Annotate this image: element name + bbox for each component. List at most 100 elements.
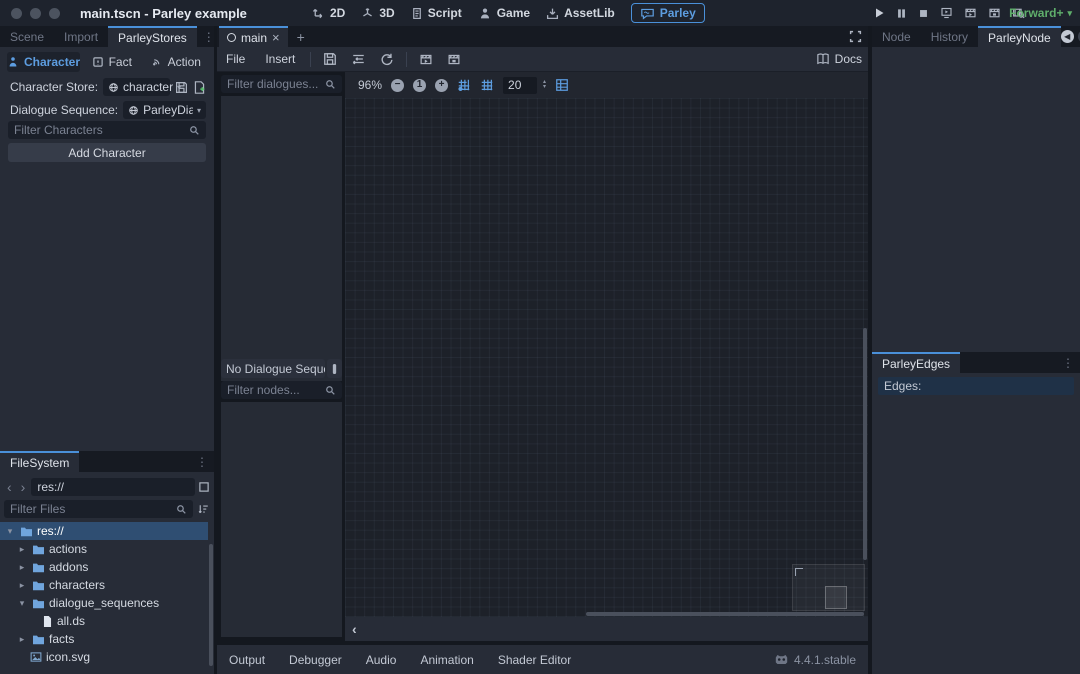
test-dialogue-button[interactable] (413, 53, 439, 66)
bottom-tab-audio[interactable]: Audio (354, 653, 409, 667)
tab-scene[interactable]: Scene (0, 26, 54, 47)
renderer-dropdown[interactable]: Forward+ ▾ (1009, 0, 1072, 26)
spinbox-arrows[interactable]: ▴▾ (543, 80, 546, 90)
edges-header-row[interactable]: Edges: (878, 377, 1074, 395)
sequence-menu-button[interactable] (327, 359, 342, 378)
character-store-dropdown[interactable]: character ▾ (103, 78, 170, 96)
tab-import[interactable]: Import (54, 26, 108, 47)
bottom-tab-output[interactable]: Output (217, 653, 277, 667)
expand-arrow-icon[interactable]: ▸ (16, 580, 28, 591)
dock-menu-dots-icon[interactable]: ⋮ (1056, 352, 1080, 373)
close-icon[interactable]: × (272, 30, 280, 45)
tab-parley[interactable]: Parley (631, 3, 705, 23)
tree-row-characters[interactable]: ▸ characters (0, 576, 208, 594)
expand-arrow-icon[interactable]: ▸ (16, 634, 28, 645)
assetlib-download-icon (546, 7, 559, 20)
subtab-fact[interactable]: Fact (80, 52, 143, 72)
grid-toggle-icon[interactable] (480, 78, 494, 92)
tab-3d[interactable]: 3D (361, 6, 394, 20)
scene-tab-main[interactable]: main × (219, 26, 288, 47)
save-dialogue-button[interactable] (317, 52, 343, 66)
zoom-out-button[interactable]: − (391, 79, 404, 92)
subtab-character[interactable]: Character (7, 52, 80, 72)
distraction-free-mode-icon[interactable] (849, 30, 862, 43)
version-button[interactable]: 4.4.1.stable (767, 647, 864, 672)
tree-row-actions[interactable]: ▸ actions (0, 540, 208, 558)
filter-characters-input[interactable]: Filter Characters (8, 121, 206, 139)
window-minimize-button[interactable] (30, 8, 41, 19)
expand-arrow-icon[interactable]: ▸ (16, 562, 28, 573)
run-current-scene-button[interactable] (964, 7, 977, 19)
tab-parleyedges[interactable]: ParleyEdges (872, 352, 960, 373)
minimap-toggle-icon[interactable] (555, 78, 569, 92)
history-forward-icon[interactable]: › (18, 479, 29, 495)
sort-files-icon[interactable] (198, 503, 210, 515)
tree-row-all-ds[interactable]: all.ds (0, 612, 208, 630)
zoom-reset-button[interactable]: 1 (413, 79, 426, 92)
tab-2d[interactable]: 2D (312, 6, 345, 20)
collapse-arrow-icon[interactable]: ▾ (16, 598, 28, 609)
graph-horizontal-scrollbar[interactable] (586, 612, 864, 616)
dialogue-list[interactable] (221, 96, 342, 381)
tab-script[interactable]: Script (411, 6, 462, 20)
window-zoom-button[interactable] (49, 8, 60, 19)
minimap-camera-rect[interactable] (825, 586, 847, 609)
tree-row-addons[interactable]: ▸ addons (0, 558, 208, 576)
add-scene-tab-button[interactable]: + (288, 26, 314, 47)
graph-minimap[interactable] (792, 564, 865, 611)
tab-assetlib[interactable]: AssetLib (546, 6, 615, 20)
tab-game[interactable]: Game (478, 6, 530, 20)
tab-history[interactable]: History (921, 26, 978, 47)
tab-filesystem[interactable]: FileSystem (0, 451, 79, 472)
tree-row-icon-svg[interactable]: icon.svg (0, 648, 208, 666)
filter-nodes-input[interactable]: Filter nodes... (221, 381, 342, 399)
dialogue-sequence-dropdown[interactable]: ParleyDialogue ▾ (123, 101, 206, 119)
node-list[interactable] (221, 402, 342, 637)
tree-row-res[interactable]: ▾ res:// (0, 522, 208, 540)
bottom-tab-animation[interactable]: Animation (408, 653, 485, 667)
arrange-nodes-button[interactable] (345, 52, 372, 66)
history-back-icon[interactable]: ‹ (4, 479, 15, 495)
window-close-button[interactable] (11, 8, 22, 19)
editor-context-switcher: 2D 3D Script Game AssetLib (312, 0, 705, 26)
snap-distance-spinbox[interactable]: 20 (503, 77, 537, 94)
refresh-button[interactable] (374, 52, 400, 66)
collapse-arrow-icon[interactable]: ▾ (4, 526, 16, 537)
dock-menu-dots-icon[interactable]: ⋮ (190, 451, 214, 472)
filesystem-scrollbar[interactable] (209, 544, 213, 666)
menu-file[interactable]: File (217, 52, 254, 66)
snap-toggle-icon[interactable] (457, 78, 471, 92)
filesystem-tabbar: FileSystem ⋮ (0, 451, 214, 472)
graph-grid[interactable] (345, 98, 868, 617)
bottom-tab-shader-editor[interactable]: Shader Editor (486, 653, 583, 667)
stop-button[interactable] (918, 8, 929, 19)
play-button[interactable] (873, 7, 885, 19)
add-character-button[interactable]: Add Character (8, 143, 206, 162)
filter-dialogues-input[interactable]: Filter dialogues... (221, 75, 342, 93)
new-store-button[interactable] (193, 81, 206, 94)
tab-parleynode[interactable]: ParleyNode (978, 26, 1061, 47)
tree-row-facts[interactable]: ▸ facts (0, 630, 208, 648)
bottom-tab-debugger[interactable]: Debugger (277, 653, 354, 667)
menu-insert[interactable]: Insert (256, 52, 304, 66)
docs-button[interactable]: Docs (816, 52, 862, 66)
zoom-in-button[interactable]: + (435, 79, 448, 92)
expand-arrow-icon[interactable]: ▸ (16, 544, 28, 555)
tree-row-main-gd[interactable]: main.gd (0, 666, 208, 669)
run-specific-scene-button[interactable] (988, 7, 1001, 19)
graph-vertical-scrollbar[interactable] (863, 328, 867, 560)
tree-row-dialogue-sequences[interactable]: ▾ dialogue_sequences (0, 594, 208, 612)
toggle-split-mode-icon[interactable] (198, 481, 210, 493)
pause-button[interactable] (896, 8, 907, 19)
filter-files-input[interactable]: Filter Files (4, 500, 193, 518)
collapse-side-panel-icon[interactable]: ‹ (345, 621, 364, 637)
path-field[interactable]: res:// (31, 478, 195, 496)
tab-parleystores[interactable]: ParleyStores (108, 26, 197, 47)
remote-debug-icon[interactable] (940, 7, 953, 19)
test-dialogue-from-start-button[interactable] (441, 53, 467, 66)
tab-node[interactable]: Node (872, 26, 921, 47)
save-store-button[interactable] (175, 81, 188, 94)
graph-canvas[interactable]: 96% − 1 + 20 ▴▾ (345, 72, 868, 617)
subtab-action[interactable]: Action (144, 52, 207, 72)
inspector-back-icon[interactable]: ◀ (1061, 30, 1074, 43)
